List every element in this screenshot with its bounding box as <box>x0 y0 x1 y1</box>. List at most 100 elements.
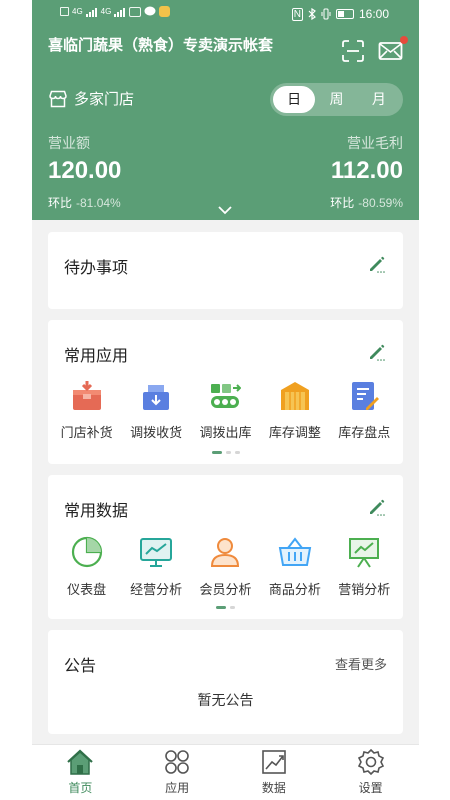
app-label: 经营分析 <box>130 582 183 597</box>
bluetooth-icon <box>308 8 316 20</box>
period-month-tab[interactable]: 月 <box>358 86 400 113</box>
gross-profit-compare-label: 环比 <box>330 196 355 210</box>
tab-data[interactable]: 数据 <box>226 745 323 800</box>
app-label: 调拨收货 <box>130 425 183 440</box>
data-dashboard[interactable]: 仪表盘 <box>54 535 120 598</box>
period-switch: 日 周 月 <box>270 83 403 116</box>
signal-icon <box>85 7 97 17</box>
member-icon <box>211 538 240 567</box>
inventory-adjust-icon <box>280 382 309 410</box>
gross-profit-compare: 环比 -80.59% <box>330 194 403 211</box>
line-chart-icon <box>140 538 173 567</box>
nfc-icon: N <box>291 7 303 21</box>
status-time: 16:00 <box>358 7 389 21</box>
tab-apps[interactable]: 应用 <box>129 745 226 800</box>
tab-label: 首页 <box>68 781 93 795</box>
period-week-tab[interactable]: 周 <box>315 86 357 113</box>
app-label: 调拨出库 <box>199 425 252 440</box>
store-selector-label: 多家门店 <box>74 91 135 108</box>
scan-icon <box>342 40 364 62</box>
scan-button[interactable] <box>341 40 367 64</box>
home-icon <box>67 749 94 775</box>
app-inventory-count[interactable]: 库存盘点 <box>331 380 397 441</box>
apps-page-indicator <box>48 451 403 454</box>
sim-icon <box>60 7 69 16</box>
store-icon <box>49 90 67 107</box>
tab-label: 数据 <box>261 781 286 795</box>
pie-chart-icon <box>71 536 102 568</box>
battery-icon <box>335 9 354 19</box>
page-dot <box>234 451 240 454</box>
edit-todo-icon[interactable] <box>367 254 387 274</box>
app-label: 仪表盘 <box>67 582 107 597</box>
page-dot-active <box>216 606 226 609</box>
app-label: 门店补货 <box>60 425 113 440</box>
tab-home[interactable]: 首页 <box>32 745 129 800</box>
status-right: N 16:00 <box>291 7 389 21</box>
data-business-analysis[interactable]: 经营分析 <box>123 535 189 598</box>
app-notification-icon <box>159 6 171 17</box>
gross-profit-label: 营业毛利 <box>347 135 403 151</box>
message-button[interactable] <box>378 36 408 64</box>
app-transfer-out[interactable]: 调拨出库 <box>192 380 258 441</box>
dashboard-header: 4G 4G N 16:00 喜临门蔬果（熟食）专卖演示帐套 多家门店 日 周 月… <box>32 0 419 220</box>
gross-profit-compare-value: -80.59% <box>358 196 403 210</box>
apps-icon <box>165 750 189 774</box>
app-label: 营销分析 <box>338 582 391 597</box>
notice-title: 公告 <box>64 658 97 675</box>
network-tag: 4G <box>72 7 83 16</box>
store-selector[interactable]: 多家门店 <box>48 88 134 109</box>
todo-card: 待办事项 <box>48 232 403 309</box>
app-transfer-receive[interactable]: 调拨收货 <box>123 380 189 441</box>
revenue-compare-value: -81.04% <box>76 196 121 210</box>
app-label: 库存调整 <box>268 425 321 440</box>
restock-box-icon <box>72 381 101 410</box>
tab-label: 设置 <box>358 781 383 795</box>
period-day-tab[interactable]: 日 <box>273 86 316 113</box>
tab-label: 应用 <box>165 781 190 795</box>
data-product-analysis[interactable]: 商品分析 <box>262 535 328 598</box>
status-bar: 4G 4G N 16:00 <box>32 0 419 30</box>
gross-profit-value: 112.00 <box>330 157 403 184</box>
store-title: 喜临门蔬果（熟食）专卖演示帐套 <box>48 37 274 54</box>
common-apps-grid: 门店补货 调拨收货 调拨出库 库存调整 库存盘点 <box>48 380 403 441</box>
data-member-analysis[interactable]: 会员分析 <box>192 535 258 598</box>
common-data-card: 常用数据 仪表盘 经营分析 会员分析 商品分析 营销分析 <box>48 475 403 619</box>
bottom-tab-bar: 首页 应用 数据 设置 <box>32 744 419 800</box>
transfer-out-icon <box>211 384 242 408</box>
view-more-link[interactable]: 查看更多 <box>335 654 387 673</box>
data-chart-icon <box>262 750 286 774</box>
app-label: 库存盘点 <box>338 425 391 440</box>
app-store-restock[interactable]: 门店补货 <box>54 380 120 441</box>
app-screen: 4G 4G N 16:00 喜临门蔬果（熟食）专卖演示帐套 多家门店 日 周 月… <box>32 0 419 800</box>
presentation-icon <box>349 538 380 568</box>
revenue-label: 营业额 <box>48 135 90 151</box>
common-apps-card: 常用应用 门店补货 调拨收货 调拨出库 库存调整 库存盘点 <box>48 320 403 464</box>
app-inventory-adjust[interactable]: 库存调整 <box>262 380 328 441</box>
page-dot <box>230 606 235 609</box>
vibrate-icon <box>321 8 331 20</box>
common-data-title: 常用数据 <box>64 503 129 520</box>
notice-card: 公告 查看更多 暂无公告 <box>48 630 403 734</box>
edit-apps-icon[interactable] <box>367 342 387 362</box>
unread-badge <box>400 36 408 44</box>
status-left: 4G 4G <box>60 6 171 17</box>
revenue-value: 120.00 <box>48 157 122 184</box>
mail-notification-icon <box>129 6 142 17</box>
expand-chevron-icon[interactable] <box>217 205 233 215</box>
network-tag-2: 4G <box>100 7 112 16</box>
app-label: 商品分析 <box>268 582 321 597</box>
tab-settings[interactable]: 设置 <box>322 745 419 800</box>
page-dot <box>225 451 231 454</box>
todo-title: 待办事项 <box>64 260 129 277</box>
chat-notification-icon <box>144 6 156 16</box>
app-label: 会员分析 <box>199 582 252 597</box>
common-apps-title: 常用应用 <box>64 348 129 365</box>
transfer-receive-icon <box>143 385 170 410</box>
revenue-compare: 环比 -81.04% <box>48 194 121 211</box>
data-marketing-analysis[interactable]: 营销分析 <box>331 535 397 598</box>
notice-empty-text: 暂无公告 <box>197 692 254 708</box>
settings-icon <box>357 748 384 776</box>
page-dot-active <box>211 451 222 454</box>
edit-data-icon[interactable] <box>367 497 387 517</box>
